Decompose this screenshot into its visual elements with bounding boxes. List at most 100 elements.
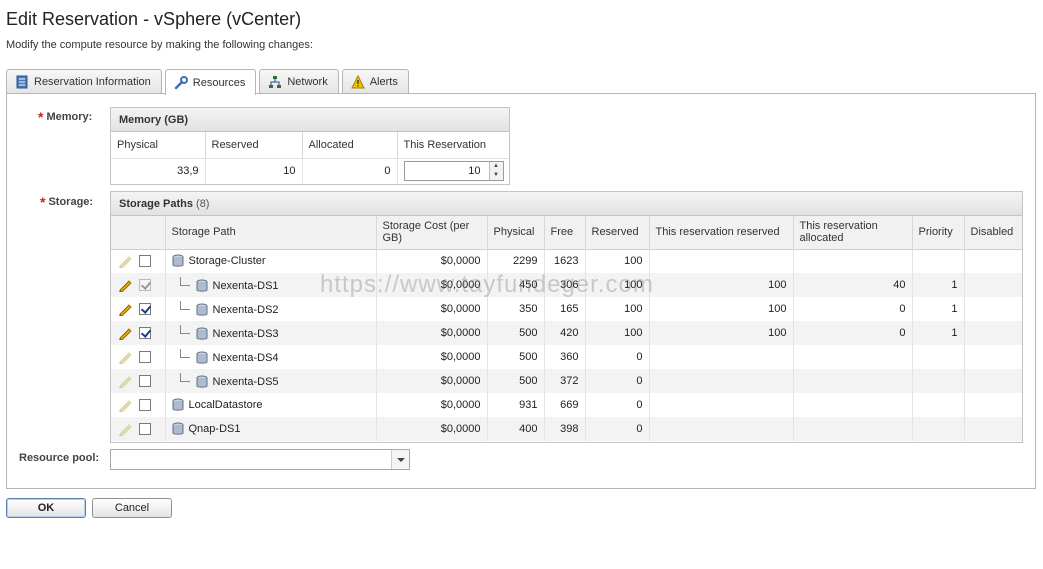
column-header[interactable]: This reservation reserved: [649, 216, 794, 250]
disabled-cell[interactable]: [964, 393, 1022, 417]
stepper-value: 10: [468, 165, 481, 178]
column-header: Reserved: [205, 132, 303, 159]
tab-bar: Reservation Information Resources Networ…: [6, 69, 412, 95]
disabled-cell[interactable]: [964, 345, 1022, 369]
stepper-up-icon[interactable]: ▲: [490, 162, 503, 171]
memory-allocated-value: 0: [302, 158, 398, 184]
this-reservation-reserved[interactable]: [649, 393, 794, 417]
pencil-icon[interactable]: [117, 254, 133, 269]
column-header[interactable]: Disabled: [964, 216, 1022, 250]
row-actions-cell: [111, 273, 166, 297]
this-reservation-reserved[interactable]: [649, 249, 794, 273]
column-header[interactable]: Storage Cost (per GB): [376, 216, 488, 250]
disabled-cell[interactable]: [964, 297, 1022, 321]
row-actions-cell: [111, 393, 166, 417]
disabled-cell[interactable]: [964, 321, 1022, 345]
table-row[interactable]: Nexenta-DS5 $0,0000 500 372 0: [111, 369, 1022, 393]
row-checkbox[interactable]: [139, 255, 151, 268]
datastore-icon: [172, 254, 184, 268]
row-checkbox[interactable]: [139, 351, 151, 363]
pencil-icon[interactable]: [117, 422, 133, 437]
table-row[interactable]: Qnap-DS1 $0,0000 400 398 0: [111, 417, 1022, 441]
this-reservation-allocated: [793, 393, 913, 417]
storage-reserved: 100: [585, 321, 650, 345]
priority[interactable]: 1: [912, 321, 965, 345]
this-reservation-allocated: 0: [793, 297, 913, 321]
ok-button[interactable]: OK: [6, 498, 86, 518]
row-checkbox[interactable]: [139, 375, 151, 387]
pencil-icon[interactable]: [117, 278, 133, 293]
storage-paths-table: Storage Path Storage Cost (per GB) Physi…: [111, 216, 1022, 441]
column-header[interactable]: Physical: [487, 216, 545, 250]
priority[interactable]: [912, 369, 965, 393]
table-row[interactable]: Nexenta-DS2 $0,0000 350 165 100 100 0 1: [111, 297, 1022, 321]
storage-reserved: 100: [585, 273, 650, 297]
tab-network[interactable]: Network: [259, 69, 339, 94]
table-row[interactable]: Storage-Cluster $0,0000 2299 1623 100: [111, 249, 1022, 273]
column-header-actions: [111, 216, 166, 250]
column-header[interactable]: Free: [544, 216, 586, 250]
memory-table: Physical Reserved Allocated This Reserva…: [111, 132, 509, 184]
row-checkbox[interactable]: [139, 423, 151, 435]
priority[interactable]: 1: [912, 273, 965, 297]
this-reservation-reserved[interactable]: 100: [649, 297, 794, 321]
storage-physical: 350: [487, 297, 545, 321]
tab-alerts[interactable]: Alerts: [341, 69, 409, 94]
storage-path-cell: Storage-Cluster: [165, 249, 377, 273]
priority[interactable]: [912, 417, 965, 441]
memory-box: Memory (GB) Physical Reserved Allocated …: [110, 107, 510, 185]
priority[interactable]: 1: [912, 297, 965, 321]
row-actions-cell: [111, 417, 166, 441]
row-checkbox[interactable]: [139, 399, 151, 411]
storage-label: * Storage:: [40, 194, 94, 210]
disabled-cell[interactable]: [964, 273, 1022, 297]
storage-path-cell: Nexenta-DS4: [165, 345, 377, 369]
pencil-icon[interactable]: [117, 374, 133, 389]
stepper-down-icon[interactable]: ▼: [490, 171, 503, 180]
memory-reserved-value: 10: [205, 158, 303, 184]
row-actions-cell: [111, 249, 166, 273]
column-header[interactable]: Reserved: [585, 216, 650, 250]
tree-connector: [179, 276, 190, 286]
pencil-icon[interactable]: [117, 302, 133, 317]
tab-resources[interactable]: Resources: [164, 69, 257, 95]
priority[interactable]: [912, 393, 965, 417]
disabled-cell[interactable]: [964, 249, 1022, 273]
tab-reservation-information[interactable]: Reservation Information: [6, 69, 162, 94]
priority[interactable]: [912, 249, 965, 273]
storage-cost: $0,0000: [376, 369, 488, 393]
disabled-cell[interactable]: [964, 417, 1022, 441]
pencil-icon[interactable]: [117, 350, 133, 365]
row-actions-cell: [111, 369, 166, 393]
stepper-buttons: ▲ ▼: [488, 162, 503, 181]
this-reservation-reserved[interactable]: 100: [649, 321, 794, 345]
table-row[interactable]: LocalDatastore $0,0000 931 669 0: [111, 393, 1022, 417]
table-row[interactable]: Nexenta-DS4 $0,0000 500 360 0: [111, 345, 1022, 369]
this-reservation-reserved[interactable]: 100: [649, 273, 794, 297]
column-header: This Reservation: [397, 132, 509, 159]
this-reservation-reserved[interactable]: [649, 345, 794, 369]
chevron-down-icon[interactable]: [391, 450, 409, 469]
this-reservation-reserved[interactable]: [649, 369, 794, 393]
priority[interactable]: [912, 345, 965, 369]
row-checkbox[interactable]: [139, 279, 151, 291]
storage-physical: 500: [487, 321, 545, 345]
pencil-icon[interactable]: [117, 326, 133, 341]
table-row[interactable]: Nexenta-DS3 $0,0000 500 420 100 100 0 1: [111, 321, 1022, 345]
row-actions-cell: [111, 321, 166, 345]
column-header[interactable]: Storage Path: [165, 216, 377, 250]
row-checkbox[interactable]: [139, 327, 151, 339]
table-row[interactable]: Nexenta-DS1 $0,0000 450 306 100 100 40 1: [111, 273, 1022, 297]
memory-this-reservation-stepper[interactable]: 10 ▲ ▼: [403, 161, 504, 182]
row-checkbox[interactable]: [139, 303, 151, 315]
storage-path-name: Nexenta-DS5: [212, 375, 279, 388]
datastore-icon: [172, 422, 184, 436]
disabled-cell[interactable]: [964, 369, 1022, 393]
this-reservation-reserved[interactable]: [649, 417, 794, 441]
resource-pool-select[interactable]: [110, 449, 410, 470]
cancel-button[interactable]: Cancel: [92, 498, 172, 518]
pencil-icon[interactable]: [117, 398, 133, 413]
column-header[interactable]: Priority: [912, 216, 965, 250]
column-header: Allocated: [302, 132, 398, 159]
column-header[interactable]: This reservation allocated: [793, 216, 913, 250]
